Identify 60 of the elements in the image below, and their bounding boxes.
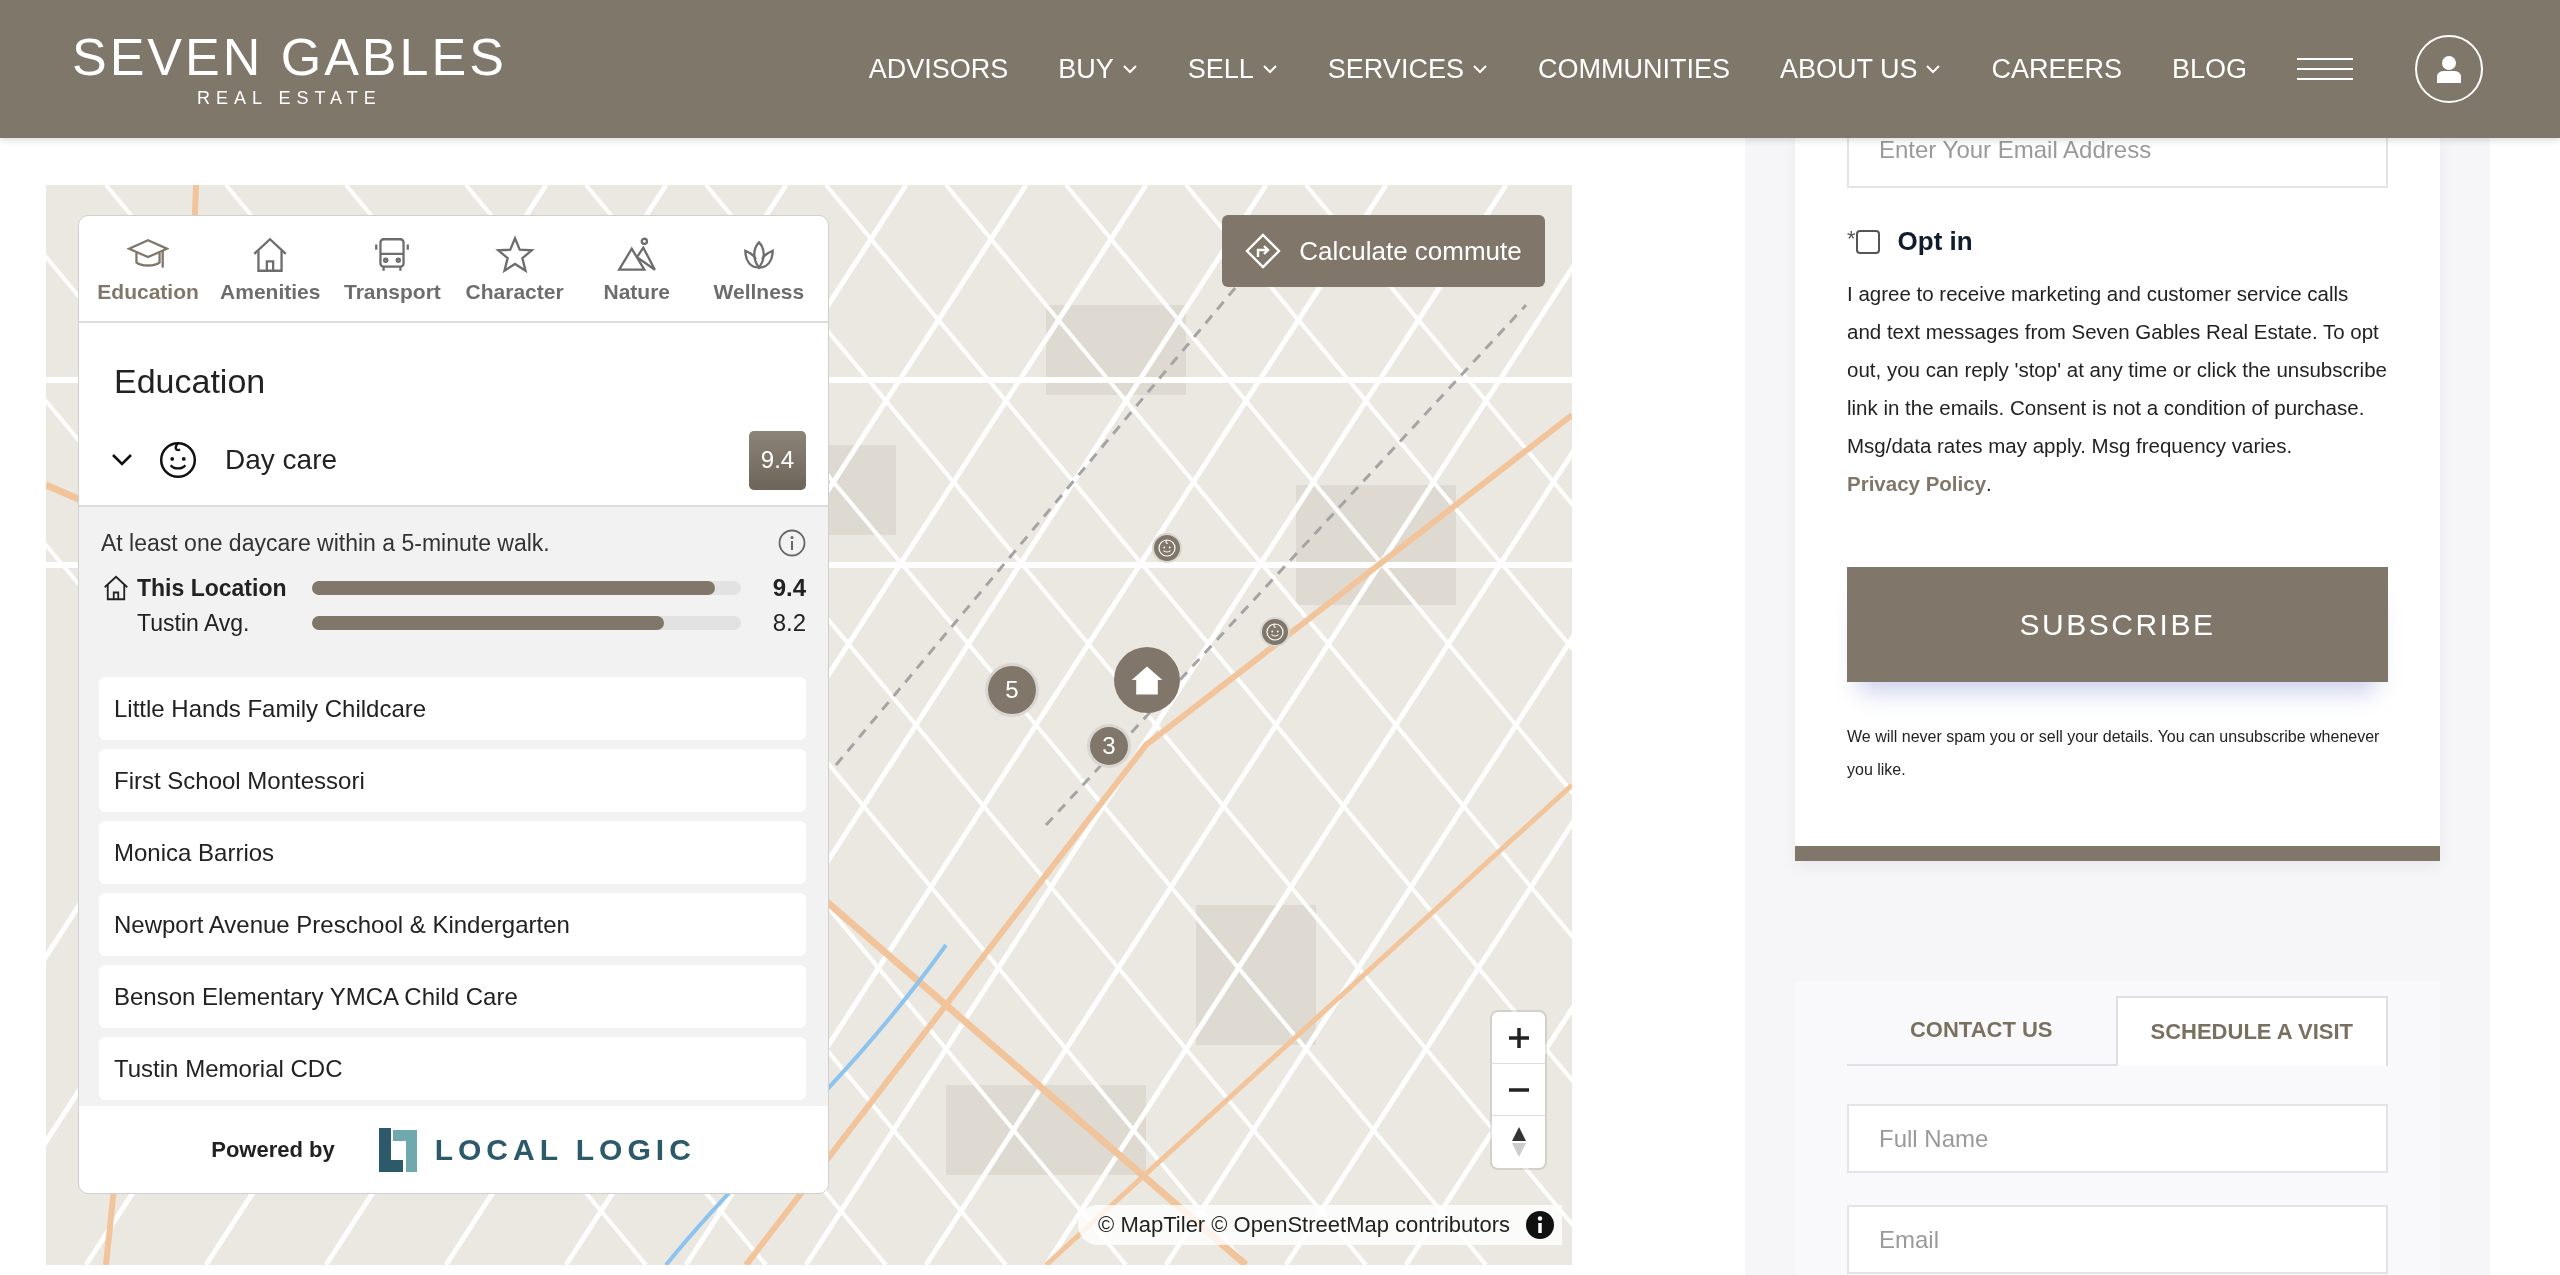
place-item[interactable]: Benson Elementary YMCA Child Care <box>99 965 806 1028</box>
email-field[interactable]: Enter Your Email Address <box>1847 138 2388 188</box>
opt-in-label[interactable]: Opt in <box>1897 226 1973 257</box>
nav-link[interactable]: CAREERS <box>1991 53 2122 85</box>
comparison-label: This Location <box>137 574 288 602</box>
logo-wordmark[interactable]: SEVEN GABLES <box>72 29 507 84</box>
minus-icon <box>1507 1087 1530 1092</box>
calculate-commute-button[interactable]: Calculate commute <box>1222 215 1545 287</box>
opt-in-checkbox[interactable] <box>1855 229 1880 254</box>
privacy-note: We will never spam you or sell your details. You can unsubscribe whenever you like. <box>1847 727 2381 780</box>
score-value: 9.4 <box>771 574 806 602</box>
consent-paragraph: I agree to receive marketing and customer service calls and text messages from Seven Gables Real Estate. To opt out, you can reply 'stop' at any time or click the unsubscribe link in the emails. Consent is not a condition of purchase. Msg/data rates may apply. Msg frequency varies. Privacy Policy. <box>1847 281 2388 497</box>
nav-link[interactable]: ABOUT US <box>1779 53 1942 85</box>
category-label[interactable]: Day care <box>225 444 338 476</box>
baby-face-icon <box>157 439 199 481</box>
brand-name[interactable]: LOCAL LOGIC <box>434 1132 696 1167</box>
place-item[interactable]: Little Hands Family Childcare <box>99 677 806 740</box>
person-icon <box>2436 55 2462 83</box>
subscribe-button[interactable]: SUBSCRIBE <box>1847 567 2388 682</box>
logo-tagline: REAL ESTATE <box>197 87 382 109</box>
menu-icon <box>2297 58 2353 80</box>
score-value: 8.2 <box>771 609 806 637</box>
category-tab[interactable]: Amenities <box>209 216 332 321</box>
category-tab[interactable]: Transport <box>331 216 454 321</box>
form-field[interactable]: Full Name <box>1847 1104 2388 1173</box>
comparison-label: Tustin Avg. <box>137 609 251 637</box>
score-description: At least one daycare within a 5-minute walk. <box>101 529 550 557</box>
required-mark: * <box>1847 226 1856 252</box>
info-icon <box>1526 1211 1554 1239</box>
account-button[interactable] <box>2415 35 2483 103</box>
face-icon <box>1157 538 1177 558</box>
category-tab[interactable]: Education <box>87 216 210 321</box>
face-icon <box>1265 622 1285 642</box>
nav-link[interactable]: SELL <box>1187 53 1278 85</box>
attribution-text[interactable]: © MapTiler © OpenStreetMap contributors <box>1098 1212 1510 1238</box>
house-icon <box>101 573 131 603</box>
nav-link[interactable]: COMMUNITIES <box>1537 53 1730 85</box>
compass-icon <box>1511 1127 1526 1157</box>
powered-by-text: Powered by <box>211 1136 335 1163</box>
logo-mark-icon <box>378 1127 417 1172</box>
score-badge: 9.4 <box>749 430 806 490</box>
place-item[interactable]: Newport Avenue Preschool & Kindergarten <box>99 893 806 956</box>
plus-icon <box>1507 1026 1530 1049</box>
form-field[interactable]: Email <box>1847 1205 2388 1274</box>
form-tab[interactable]: SCHEDULE A VISIT <box>2115 996 2388 1066</box>
nav-link[interactable]: ADVISORS <box>868 53 1009 85</box>
nav-link[interactable]: BLOG <box>2171 53 2247 85</box>
category-tab[interactable]: Nature <box>575 216 698 321</box>
nav-link[interactable]: BUY <box>1058 53 1138 85</box>
place-item[interactable]: First School Montessori <box>99 749 806 812</box>
section-heading: Education <box>114 361 267 402</box>
place-item[interactable]: Monica Barrios <box>99 821 806 884</box>
nav-link[interactable]: SERVICES <box>1327 53 1488 85</box>
category-tab[interactable]: Character <box>453 216 576 321</box>
star-icon <box>493 233 536 276</box>
info-icon <box>778 529 806 557</box>
category-tab[interactable]: Wellness <box>697 216 820 321</box>
privacy-policy-link[interactable]: Privacy Policy <box>1847 472 1987 495</box>
place-item[interactable]: Tustin Memorial CDC <box>99 1037 806 1100</box>
directions-icon <box>1245 233 1282 269</box>
